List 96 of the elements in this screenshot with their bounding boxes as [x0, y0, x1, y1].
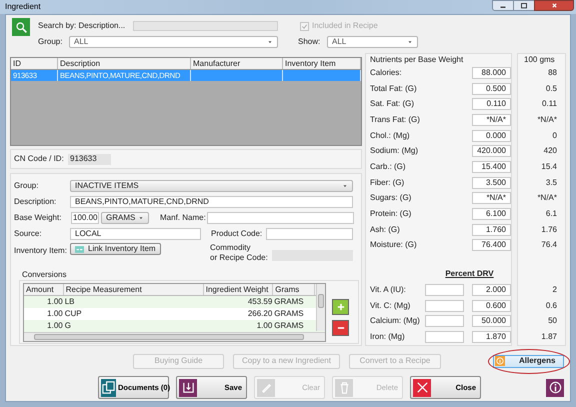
nutrient-field[interactable]: *N/A*	[472, 114, 511, 126]
nutrient-field[interactable]: 0.000	[472, 130, 511, 142]
nutrient-field[interactable]: 50.000	[472, 315, 511, 328]
nutrient-value: 0	[552, 130, 557, 142]
nutrient-field[interactable]: *N/A*	[472, 192, 511, 204]
nutrient-value: 76.4	[541, 239, 557, 252]
column-header[interactable]: Grams	[273, 284, 316, 295]
nutrient-value: 2	[552, 284, 557, 296]
link-inventory-button[interactable]: Link Inventory Item	[70, 243, 161, 255]
field-label: Sodium: (Mg)	[370, 145, 420, 158]
column-header[interactable]: Amount	[24, 284, 64, 295]
field-label: Show:	[298, 36, 322, 48]
column-header[interactable]: Manufacturer	[191, 58, 283, 69]
table-cell-text: 266.20	[246, 308, 274, 320]
column-header[interactable]: Ingredient Weight	[204, 284, 274, 295]
table-cell-text: LB	[64, 296, 76, 308]
table-cell-text: 1.00	[46, 296, 64, 308]
field-label: Sugars: (G)	[370, 192, 412, 204]
unit-dropdown[interactable]: GRAMS	[101, 212, 149, 224]
field-label: Protein: (G)	[370, 208, 412, 220]
field-label: Group:	[14, 180, 40, 192]
description-field[interactable]: BEANS,PINTO,MATURE,CND,DRND	[70, 196, 353, 208]
column-header[interactable]: Description	[58, 58, 191, 69]
column-header[interactable]: Inventory Item	[283, 58, 361, 69]
section-title: Percent DRV	[445, 268, 494, 280]
nutrient-value: 0.6	[546, 300, 557, 312]
group-dropdown[interactable]: INACTIVE ITEMS	[70, 180, 353, 192]
table-cell-text: GRAMS	[273, 308, 305, 320]
nutrient-field[interactable]: 1.760	[472, 224, 511, 236]
field-label: Source:	[14, 228, 43, 240]
field-label: Manf. Name:	[160, 212, 207, 224]
nutrient-field[interactable]: 420.000	[472, 145, 511, 158]
field-label: Moisture: (G)	[370, 239, 418, 252]
search-label: Search by: Description...	[38, 20, 126, 32]
field-label: CN Code / ID:	[14, 153, 65, 165]
window-title: Ingredient	[5, 1, 41, 13]
base-weight-field[interactable]: 100.00	[71, 212, 99, 224]
table-cell-text: 1.00	[46, 308, 64, 320]
nutrient-value: 3.5	[546, 176, 557, 189]
table-cell-text: 1.00	[46, 320, 64, 332]
field-label: Group:	[38, 36, 64, 48]
nutrient-value: 0.11	[542, 98, 557, 110]
column-header[interactable]: ID	[11, 58, 58, 69]
field-label: Inventory Item:	[14, 245, 68, 257]
table-cell-text: G	[64, 320, 72, 332]
nutrient-value: 15.4	[541, 160, 557, 173]
column-header[interactable]: Recipe Measurement	[64, 284, 204, 295]
field-label: Description:	[14, 196, 58, 208]
nutrient-value: 50	[548, 315, 557, 328]
field-label: Commodity or Recipe Code:	[210, 243, 269, 263]
field-label: Total Fat: (G)	[370, 82, 418, 95]
cn-code-field: 913633	[68, 154, 111, 164]
show-dropdown[interactable]: ALL	[327, 36, 418, 48]
table-cell-text: GRAMS	[273, 296, 305, 308]
section-title: Conversions	[22, 270, 66, 280]
table-cell-text: 1.00	[256, 320, 274, 332]
allergens-button[interactable]: Allergens	[493, 354, 564, 368]
nutrient-field[interactable]: 0.110	[472, 98, 511, 110]
field-label: Trans Fat: (G)	[370, 114, 421, 126]
nutrient-field[interactable]: 3.500	[472, 176, 511, 189]
nutrient-value: 0.5	[546, 82, 557, 95]
table-cell-text: GRAMS	[273, 320, 305, 332]
field-label: Sat. Fat: (G)	[370, 98, 416, 110]
field-label: Carb.: (G)	[370, 160, 407, 173]
nutrient-value: 1.76	[541, 224, 557, 236]
field-label: Iron: (Mg)	[370, 331, 406, 344]
field-label: Calories:	[370, 66, 403, 79]
nutrient-field[interactable]: 0.600	[472, 300, 511, 312]
source-field[interactable]: LOCAL	[70, 228, 201, 240]
nutrient-value: 6.1	[546, 208, 557, 220]
table-cell-text: 453.59	[246, 296, 274, 308]
field-label: Fiber: (G)	[370, 176, 406, 189]
nutrient-field[interactable]: 0.500	[472, 82, 511, 95]
field-label: Vit. C: (Mg)	[370, 300, 412, 312]
nutrient-field[interactable]: 6.100	[472, 208, 511, 220]
nutrient-value: *N/A*	[537, 114, 557, 126]
group-dropdown[interactable]: ALL	[69, 36, 278, 48]
field-label: Ash: (G)	[370, 224, 401, 236]
field-label: Chol.: (Mg)	[370, 130, 411, 142]
field-label: Calcium: (Mg)	[370, 315, 421, 328]
nutrient-value: 1.87	[541, 331, 557, 344]
checkbox-label: Included in Recipe	[312, 20, 378, 32]
nutrient-value: 88	[548, 66, 557, 79]
nutrient-value: *N/A*	[537, 192, 557, 204]
section-title: Nutrients per Base Weight	[370, 54, 464, 65]
nutrient-field[interactable]: 1.870	[472, 331, 511, 344]
field-label: Product Code:	[211, 228, 264, 240]
field-label: Vit. A (IU):	[370, 284, 407, 296]
field-label: Base Weight:	[14, 212, 62, 224]
nutrient-field[interactable]: 88.000	[472, 66, 511, 79]
nutrient-field[interactable]: 15.400	[472, 160, 511, 173]
nutrient-field[interactable]: 2.000	[472, 284, 511, 296]
section-title: 100 gms	[523, 54, 555, 65]
table-cell-text: CUP	[64, 308, 83, 320]
nutrient-field[interactable]: 76.400	[472, 239, 511, 252]
nutrient-value: 420	[544, 145, 557, 158]
